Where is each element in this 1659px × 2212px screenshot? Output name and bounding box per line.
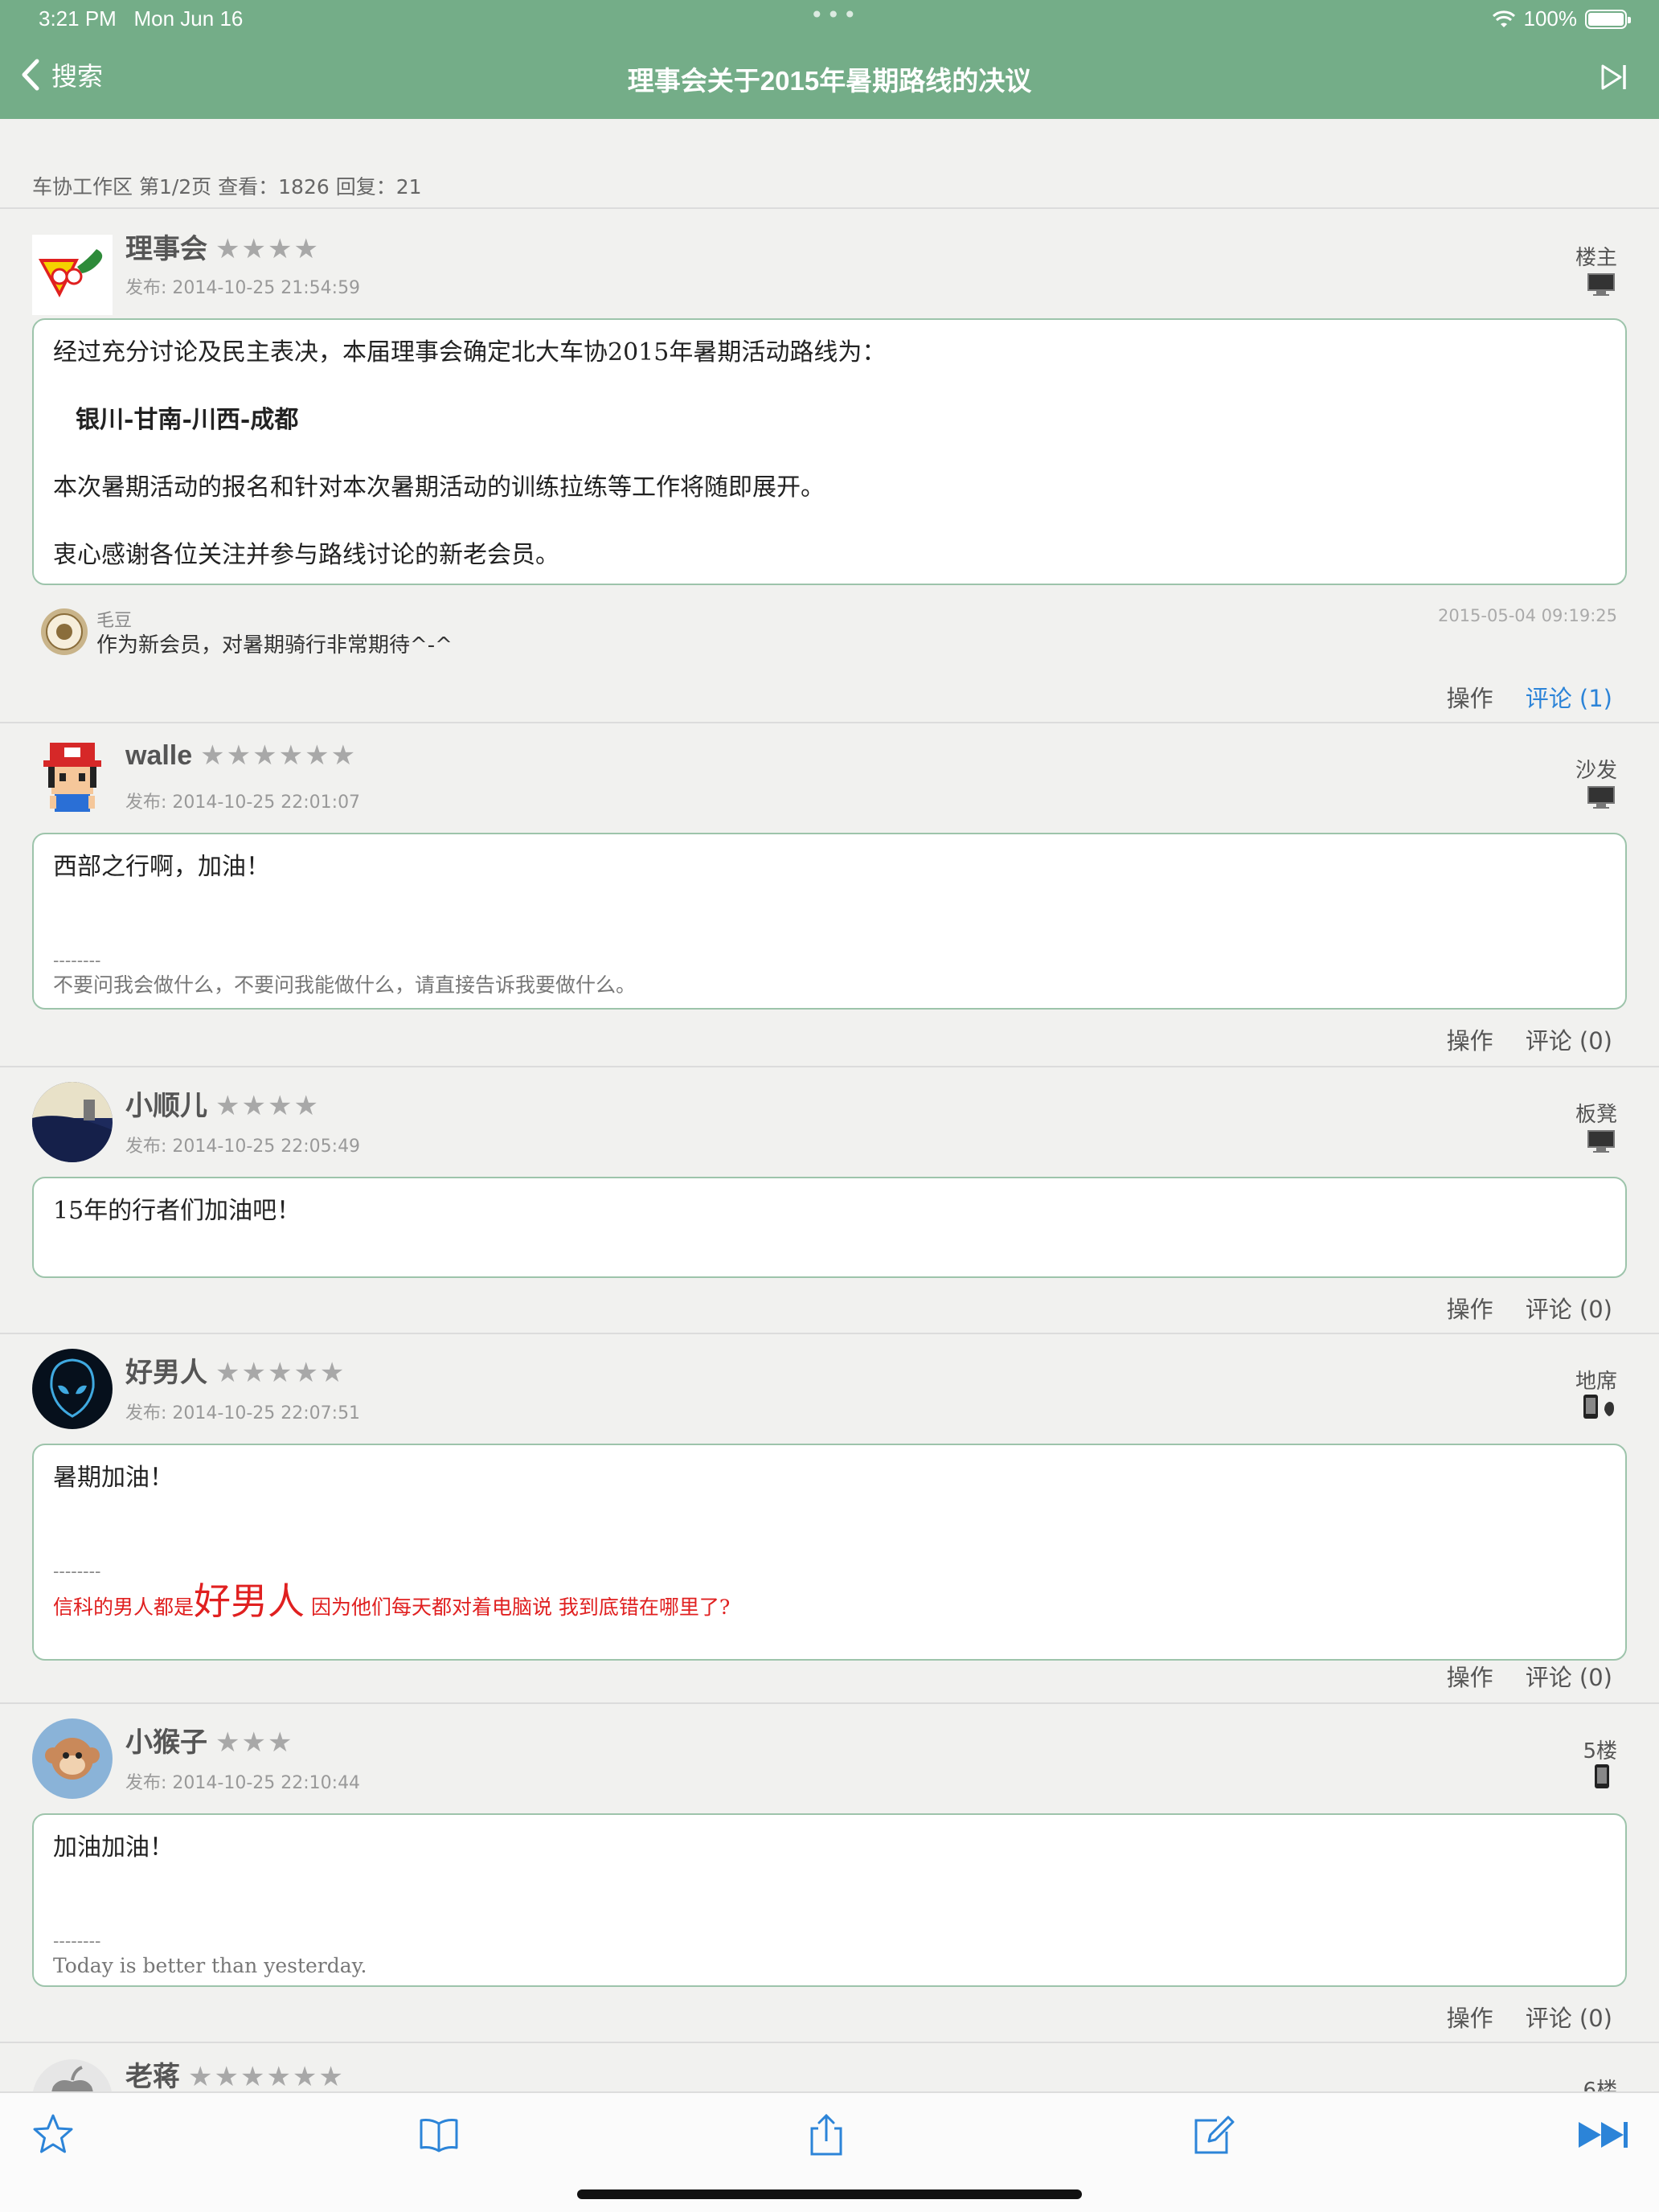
operate-button[interactable]: 操作 bbox=[1447, 2000, 1493, 2034]
page-title: 理事会关于2015年暑期路线的决议 bbox=[627, 66, 1032, 96]
battery-icon bbox=[1585, 9, 1631, 29]
post-6: 老蒋 ★★★★★★ 6楼 bbox=[0, 2043, 1659, 2091]
content-line: 本次暑期活动的报名和针对本次暑期活动的训练拉练等工作将随即展开。 bbox=[53, 473, 825, 502]
avatar[interactable] bbox=[32, 738, 113, 818]
desktop-icon bbox=[1587, 786, 1615, 809]
mobile-icon bbox=[1595, 1764, 1609, 1788]
multitask-dots-icon[interactable]: ••• bbox=[810, 2, 860, 28]
avatar[interactable] bbox=[32, 1718, 113, 1799]
comments-button[interactable]: 评论 (0) bbox=[1526, 2000, 1612, 2034]
share-icon[interactable] bbox=[802, 2111, 850, 2159]
seal-icon bbox=[41, 608, 88, 655]
avatar[interactable] bbox=[32, 1082, 113, 1162]
comment-avatar[interactable] bbox=[40, 608, 88, 656]
top-bar: 3:21 PM Mon Jun 16 ••• 100% 搜索 理事会关于2015… bbox=[0, 0, 1659, 119]
post-actions: 操作 评论 (0) bbox=[1447, 1022, 1612, 1056]
status-time: 3:21 PM Mon Jun 16 bbox=[39, 6, 244, 31]
signature: 信科的男人都是好男人 因为他们每天都对着电脑说 我到底错在哪里了? bbox=[53, 1579, 731, 1623]
status-indicators: 100% bbox=[1492, 6, 1631, 31]
monkey-icon bbox=[32, 1718, 113, 1799]
desktop-icon bbox=[1587, 273, 1615, 296]
apple-logo-icon bbox=[32, 2059, 113, 2091]
author-name[interactable]: 好男人 ★★★★★ bbox=[125, 1350, 346, 1390]
post-time: 发布: 2014-10-25 21:54:59 bbox=[125, 278, 361, 298]
content-line: 衷心感谢各位关注并参与路线讨论的新老会员。 bbox=[53, 541, 559, 569]
signature: 不要问我会做什么，不要问我能做什么，请直接告诉我要做什么。 bbox=[53, 973, 637, 997]
wifi-icon bbox=[1492, 10, 1515, 27]
operate-button[interactable]: 操作 bbox=[1447, 680, 1493, 714]
route-line: 银川-甘南-川西-成都 bbox=[76, 406, 299, 434]
content-text: 暑期加油！ bbox=[53, 1464, 174, 1492]
content-line: 经过充分讨论及民主表决，本届理事会确定北大车协2015年暑期活动路线为： bbox=[53, 338, 887, 367]
post-actions: 操作 评论 (1) bbox=[1447, 680, 1612, 714]
thread-meta: 车协工作区 第1/2页 查看：1826 回复：21 bbox=[32, 175, 422, 199]
rating-stars: ★★★ bbox=[215, 1727, 294, 1758]
floor-label: 沙发 bbox=[1575, 759, 1617, 783]
post-time: 发布: 2014-10-25 22:07:51 bbox=[125, 1403, 361, 1423]
post-2: walle ★★★★★★ 发布: 2014-10-25 22:01:07 沙发 西… bbox=[0, 723, 1659, 1064]
mobile-apple-icon bbox=[1583, 1395, 1614, 1419]
author-name[interactable]: 理事会 ★★★★ bbox=[125, 227, 320, 266]
floor-label: 楼主 bbox=[1575, 246, 1617, 270]
post-actions: 操作 评论 (0) bbox=[1447, 2000, 1612, 2034]
fast-forward-icon[interactable] bbox=[1575, 2111, 1632, 2159]
author-name[interactable]: 老蒋 ★★★★★★ bbox=[125, 2054, 345, 2091]
skip-to-end-icon[interactable] bbox=[1598, 61, 1630, 93]
rating-stars: ★★★★★★ bbox=[188, 2062, 345, 2091]
operate-button[interactable]: 操作 bbox=[1447, 1659, 1493, 1693]
post-1: 理事会 ★★★★ 发布: 2014-10-25 21:54:59 楼主 经过充分讨… bbox=[0, 209, 1659, 722]
comments-button[interactable]: 评论 (0) bbox=[1526, 1291, 1612, 1325]
post-content: 西部之行啊，加油！ -------- 不要问我会做什么，不要问我能做什么，请直接… bbox=[32, 833, 1627, 1010]
author-name[interactable]: 小顺儿 ★★★★ bbox=[125, 1083, 320, 1123]
post-content: 暑期加油！ -------- 信科的男人都是好男人 因为他们每天都对着电脑说 我… bbox=[32, 1444, 1627, 1661]
post-time: 发布: 2014-10-25 22:10:44 bbox=[125, 1773, 361, 1793]
pixel-character-icon bbox=[32, 738, 113, 818]
comment-text: 作为新会员，对暑期骑行非常期待^-^ bbox=[96, 633, 453, 657]
floor-label: 板凳 bbox=[1575, 1103, 1617, 1127]
comments-button[interactable]: 评论 (0) bbox=[1526, 1022, 1612, 1056]
post-content: 加油加油！ -------- Today is better than yest… bbox=[32, 1813, 1627, 1987]
desktop-icon bbox=[1587, 1130, 1615, 1153]
signature: Today is better than yesterday. bbox=[53, 1954, 367, 1977]
floor-label: 地席 bbox=[1575, 1370, 1617, 1394]
post-actions: 操作 评论 (0) bbox=[1447, 1659, 1612, 1693]
battery-percent: 100% bbox=[1523, 6, 1578, 31]
post-actions: 操作 评论 (0) bbox=[1447, 1291, 1612, 1325]
operate-button[interactable]: 操作 bbox=[1447, 1291, 1493, 1325]
author-name[interactable]: 小猴子 ★★★ bbox=[125, 1720, 293, 1759]
content-text: 15年的行者们加油吧！ bbox=[53, 1197, 301, 1225]
book-icon[interactable] bbox=[415, 2111, 463, 2159]
photo-avatar-icon bbox=[32, 1082, 113, 1162]
alien-icon bbox=[32, 1349, 113, 1429]
rating-stars: ★★★★ bbox=[215, 1091, 320, 1121]
home-indicator[interactable] bbox=[577, 2189, 1082, 2199]
floor-label: 5楼 bbox=[1583, 1739, 1617, 1763]
post-time: 发布: 2014-10-25 22:01:07 bbox=[125, 793, 361, 813]
content-text: 西部之行啊，加油！ bbox=[53, 853, 270, 881]
star-icon[interactable] bbox=[29, 2111, 77, 2159]
post-4: 好男人 ★★★★★ 发布: 2014-10-25 22:07:51 地席 暑期加油… bbox=[0, 1334, 1659, 1702]
signature-separator: -------- bbox=[53, 951, 101, 971]
rating-stars: ★★★★ bbox=[215, 234, 320, 264]
floor-label: 6楼 bbox=[1583, 2079, 1617, 2091]
comments-button[interactable]: 评论 (0) bbox=[1526, 1659, 1612, 1693]
content-text: 加油加油！ bbox=[53, 1833, 174, 1862]
compose-icon[interactable] bbox=[1188, 2111, 1236, 2159]
post-3: 小顺儿 ★★★★ 发布: 2014-10-25 22:05:49 板凳 15年的行… bbox=[0, 1067, 1659, 1333]
operate-button[interactable]: 操作 bbox=[1447, 1022, 1493, 1056]
rating-stars: ★★★★★★ bbox=[200, 740, 358, 771]
post-5: 小猴子 ★★★ 发布: 2014-10-25 22:10:44 5楼 加油加油！ … bbox=[0, 1704, 1659, 2043]
signature-separator: -------- bbox=[53, 1931, 101, 1952]
post-time: 发布: 2014-10-25 22:05:49 bbox=[125, 1137, 361, 1157]
rating-stars: ★★★★★ bbox=[215, 1358, 346, 1388]
club-logo-icon bbox=[32, 235, 113, 315]
author-name[interactable]: walle ★★★★★★ bbox=[125, 739, 357, 772]
post-content: 15年的行者们加油吧！ bbox=[32, 1177, 1627, 1278]
avatar[interactable] bbox=[32, 2059, 113, 2091]
avatar[interactable] bbox=[32, 1349, 113, 1429]
avatar[interactable] bbox=[32, 235, 113, 315]
comment-time: 2015-05-04 09:19:25 bbox=[1437, 606, 1617, 625]
post-content: 经过充分讨论及民主表决，本届理事会确定北大车协2015年暑期活动路线为： 银川-… bbox=[32, 318, 1627, 585]
comments-button[interactable]: 评论 (1) bbox=[1526, 680, 1612, 714]
